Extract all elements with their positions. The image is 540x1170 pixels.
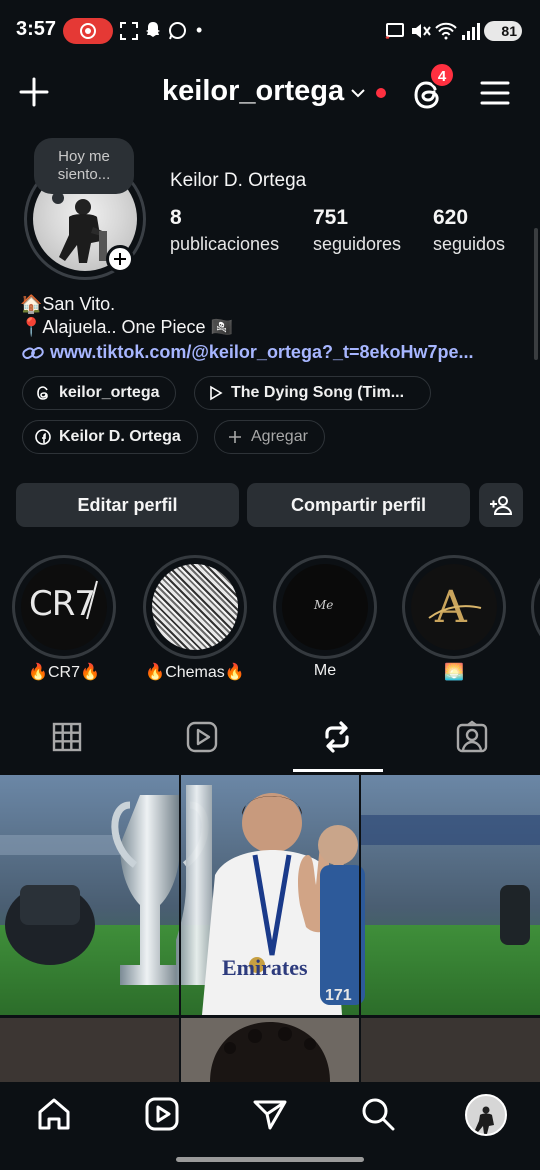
facebook-chip-label: Keilor D. Ortega (59, 428, 181, 445)
scroll-indicator (534, 228, 538, 360)
reels-icon[interactable] (185, 720, 219, 754)
posts-label[interactable]: publicaciones (170, 234, 279, 255)
bio-link[interactable]: www.tiktok.com/@keilor_ortega?_t=8ekoHw7… (22, 342, 474, 363)
grid-divider (179, 1018, 181, 1082)
threads-badge: 4 (429, 62, 455, 88)
add-link-chip[interactable]: Agregar (214, 420, 325, 454)
highlight-sunrise[interactable]: A (402, 555, 506, 659)
plus-icon (229, 431, 241, 443)
play-icon (210, 385, 223, 401)
threads-chip[interactable]: keilor_ortega (22, 376, 177, 410)
home-icon[interactable] (36, 1096, 72, 1132)
add-story-plus-icon[interactable] (106, 245, 134, 273)
jersey-text: Emirates (222, 955, 308, 980)
highlight-chemas-label: 🔥Chemas🔥 (145, 664, 245, 681)
wifi-icon (435, 22, 457, 40)
bio-link-text[interactable]: www.tiktok.com/@keilor_ortega?_t=8ekoHw7… (50, 342, 474, 362)
following-label[interactable]: seguidos (433, 234, 505, 255)
grid-divider (359, 1018, 361, 1082)
grid-divider (179, 775, 181, 1015)
screenshot-icon (120, 22, 138, 40)
highlight-me-cover-text: Me (314, 598, 334, 612)
tagged-icon[interactable] (455, 720, 489, 754)
grid-icon[interactable] (50, 720, 84, 754)
profile-avatar-nav[interactable] (465, 1094, 507, 1136)
notification-dot: • (196, 20, 203, 40)
followers-label[interactable]: seguidores (313, 234, 401, 255)
full-name: Keilor D. Ortega (170, 170, 307, 191)
edit-profile-button[interactable]: Editar perfil (16, 483, 239, 527)
snapchat-icon (146, 22, 160, 37)
add-person-icon (490, 496, 513, 515)
bio-line-1: 🏠San Vito. (20, 294, 116, 314)
active-tab-indicator (293, 769, 383, 772)
music-chip-label: The Dying Song (Tim... (231, 384, 405, 401)
highlight-cr7[interactable]: CR7 (12, 555, 116, 659)
swoosh-icon (428, 605, 482, 619)
bio-line-2: 📍Alajuela.. One Piece 🏴‍☠️ (20, 317, 233, 337)
menu-icon[interactable] (480, 78, 510, 108)
reposts-icon[interactable] (320, 720, 354, 754)
status-time: 3:57 (16, 18, 57, 40)
facebook-chip[interactable]: Keilor D. Ortega (22, 420, 198, 454)
chevron-down-icon[interactable] (349, 84, 367, 102)
cr7-slash-icon (86, 580, 98, 620)
link-icon (22, 347, 44, 360)
highlight-chemas[interactable] (143, 555, 247, 659)
facebook-icon (35, 429, 51, 445)
highlight-sunrise-label: 🌅 (444, 664, 464, 681)
music-chip[interactable]: The Dying Song (Tim... (194, 376, 431, 410)
highlight-cr7-label: 🔥CR7🔥 (28, 664, 100, 681)
add-link-chip-label: Agregar (251, 428, 308, 445)
send-icon[interactable] (252, 1096, 288, 1132)
signal-icon (462, 23, 480, 40)
reels-icon[interactable] (144, 1096, 180, 1132)
highlight-partial[interactable] (531, 555, 540, 659)
threads-icon (37, 386, 48, 400)
share-profile-button[interactable]: Compartir perfil (247, 483, 470, 527)
status-bar: 3:57 • 81 (0, 0, 540, 62)
cast-icon (385, 23, 404, 39)
mute-icon (412, 24, 431, 38)
repost-image[interactable]: Emirates 171 (0, 775, 540, 1015)
screen-record-indicator[interactable] (63, 18, 113, 44)
search-icon[interactable] (360, 1096, 396, 1132)
profile-username[interactable]: keilor_ortega (162, 75, 344, 108)
grid-divider (359, 775, 361, 1015)
whatsapp-icon (169, 22, 186, 40)
highlight-me-label: Me (313, 662, 337, 679)
create-plus-icon[interactable] (18, 76, 50, 108)
highlight-me[interactable]: Me (273, 555, 377, 659)
posts-count[interactable]: 8 (170, 206, 182, 230)
battery-indicator: 81 (484, 21, 522, 41)
grid-row-2[interactable] (0, 1018, 540, 1082)
bib-number: 171 (325, 987, 352, 1004)
unread-dot (376, 88, 386, 98)
home-indicator[interactable] (176, 1157, 364, 1162)
following-count[interactable]: 620 (433, 206, 468, 230)
followers-count[interactable]: 751 (313, 206, 348, 230)
threads-chip-label: keilor_ortega (59, 384, 160, 401)
discover-people-button[interactable] (479, 483, 523, 527)
note-bubble[interactable]: Hoy me siento... (34, 138, 134, 204)
